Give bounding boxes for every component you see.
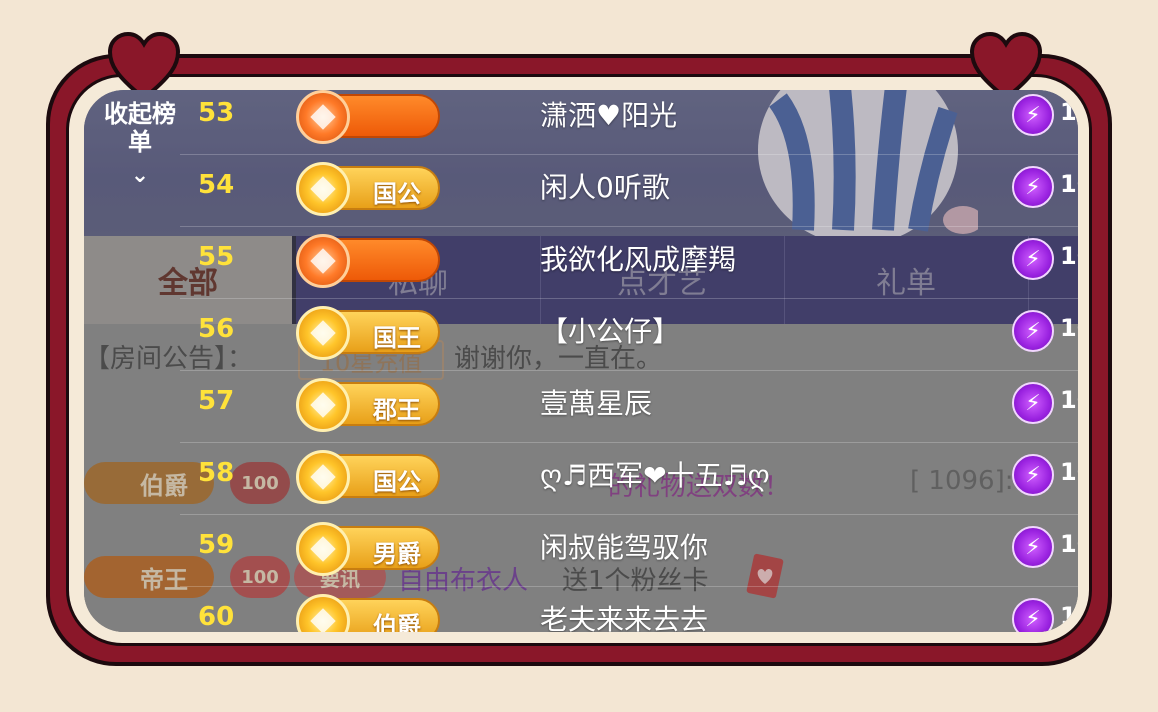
noble-title: 国公 <box>373 468 421 496</box>
ranking-row[interactable]: 56 国王 【小公仔】 ⚡ 100 <box>180 298 1078 371</box>
lightning-icon: ⚡ <box>1012 598 1054 632</box>
noble-title: 国王 <box>373 324 421 352</box>
user-name[interactable]: 闲叔能驾驭你 <box>540 526 708 566</box>
lightning-icon: ⚡ <box>1012 94 1054 136</box>
noble-title: 伯爵 <box>373 612 421 632</box>
lightning-icon: ⚡ <box>1012 454 1054 496</box>
noble-title: 男爵 <box>373 540 421 568</box>
user-name[interactable]: 我欲化风成摩羯 <box>540 238 736 278</box>
contribution-score: 100 <box>1060 530 1078 558</box>
noble-title-badge: 男爵 <box>296 522 440 576</box>
rank-number: 60 <box>198 602 235 632</box>
ranking-row[interactable]: 54 国公 闲人0听歌 ⚡ 100 <box>180 154 1078 227</box>
gem-icon <box>296 162 350 216</box>
app-screen: 全部 私聊 点才艺 礼单 【房间公告】： 10星充值 谢谢你，一直在。 伯爵 1… <box>84 90 1078 632</box>
rank-number: 53 <box>198 98 235 128</box>
contribution-score: 100 <box>1060 458 1078 486</box>
user-name[interactable]: 壹萬星辰 <box>540 382 652 422</box>
lightning-icon: ⚡ <box>1012 166 1054 208</box>
noble-title: 郡王 <box>373 396 421 424</box>
ranking-row[interactable]: 55 我欲化风成摩羯 ⚡ 100 <box>180 226 1078 299</box>
rank-number: 55 <box>198 242 235 272</box>
chevron-down-icon: ⌄ <box>130 163 150 188</box>
noble-title-badge: 国公 <box>296 162 440 216</box>
contribution-score: 100 <box>1060 314 1078 342</box>
user-name[interactable]: 闲人0听歌 <box>540 166 670 206</box>
lightning-icon: ⚡ <box>1012 238 1054 280</box>
gem-icon <box>296 90 350 144</box>
contribution-score: 100 <box>1060 242 1078 270</box>
collapse-label: 收起榜单 <box>104 100 176 156</box>
lightning-icon: ⚡ <box>1012 310 1054 352</box>
contribution-score: 100 <box>1060 386 1078 414</box>
rank-number: 56 <box>198 314 235 344</box>
collapse-ranking-button[interactable]: 收起榜单 ⌄ <box>98 100 182 190</box>
ranking-row[interactable]: 53 潇洒♥阳光 ⚡ 100 <box>180 90 1078 155</box>
contribution-score: 100 <box>1060 98 1078 126</box>
gem-icon <box>296 378 350 432</box>
contribution-score: 100 <box>1060 170 1078 198</box>
noble-title-badge <box>296 90 440 144</box>
user-name[interactable]: ღ♬西军❤十五♬ღ <box>540 454 770 494</box>
user-name[interactable]: 潇洒♥阳光 <box>540 94 677 134</box>
user-name[interactable]: 老夫来来去去 <box>540 598 708 632</box>
noble-title: 国公 <box>373 180 421 208</box>
user-name[interactable]: 【小公仔】 <box>540 310 680 350</box>
noble-title-badge: 郡王 <box>296 378 440 432</box>
noble-title-badge <box>296 234 440 288</box>
ranking-row[interactable]: 57 郡王 壹萬星辰 ⚡ 100 <box>180 370 1078 443</box>
noble-title-badge: 国王 <box>296 306 440 360</box>
ranking-row[interactable]: 60 伯爵 老夫来来去去 ⚡ 100 <box>180 586 1078 632</box>
gem-icon <box>296 306 350 360</box>
noble-title-badge: 伯爵 <box>296 594 440 632</box>
noble-title-badge: 国公 <box>296 450 440 504</box>
gem-icon <box>296 450 350 504</box>
rank-number: 57 <box>198 386 235 416</box>
ranking-row[interactable]: 58 国公 ღ♬西军❤十五♬ღ ⚡ 100 <box>180 442 1078 515</box>
gem-icon <box>296 234 350 288</box>
gem-icon <box>296 522 350 576</box>
ranking-row[interactable]: 59 男爵 闲叔能驾驭你 ⚡ 100 <box>180 514 1078 587</box>
rank-number: 59 <box>198 530 235 560</box>
gem-icon <box>296 594 350 632</box>
lightning-icon: ⚡ <box>1012 382 1054 424</box>
lightning-icon: ⚡ <box>1012 526 1054 568</box>
rank-number: 54 <box>198 170 235 200</box>
rank-number: 58 <box>198 458 235 488</box>
contribution-score: 100 <box>1060 602 1078 630</box>
